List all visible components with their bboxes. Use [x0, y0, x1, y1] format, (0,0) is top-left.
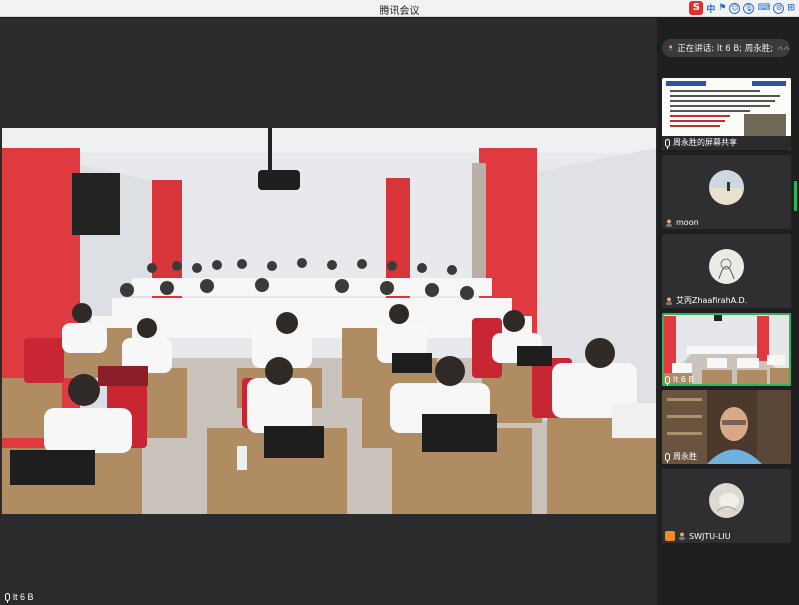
- punctuation-icon[interactable]: ⚑: [718, 3, 726, 13]
- participant-name: 艾丙ZhaafirahA.D.: [676, 296, 748, 305]
- toolbox-icon[interactable]: ⊞: [787, 3, 795, 13]
- system-tray: S 中 ⚑ ☺ 🎙 ⌨ ⚙ ⊞: [689, 1, 795, 15]
- microphone-icon: [665, 375, 670, 386]
- main-video-name: lt 6 B: [13, 592, 34, 602]
- participant-tile-zhaafirah[interactable]: 艾丙ZhaafirahA.D.: [662, 234, 791, 308]
- participant-name: lt 6 B: [673, 375, 695, 384]
- tile-label: 周永胜的屏幕共享: [665, 137, 737, 149]
- avatar: [709, 249, 744, 284]
- speaking-text: 正在讲话: lt 6 B; 周永胜;: [677, 44, 774, 54]
- tile-label: lt 6 B: [665, 375, 695, 386]
- microphone-icon: [665, 452, 670, 463]
- share-screen-icon: [665, 531, 675, 541]
- participant-name: SWJTU-LIU: [689, 531, 731, 541]
- classroom-video-image: [2, 128, 656, 514]
- avatar: [709, 483, 744, 518]
- collapse-arrows-icon[interactable]: [777, 43, 790, 53]
- main-video-feed[interactable]: [2, 128, 656, 514]
- participant-tile-swjtu-liu[interactable]: SWJTU-LIU: [662, 469, 791, 543]
- ime-mode-icon[interactable]: 中: [706, 2, 715, 15]
- microphone-icon: [5, 593, 10, 603]
- tile-label: moon: [665, 218, 699, 227]
- person-icon: [679, 532, 685, 540]
- participant-name: moon: [676, 218, 699, 227]
- emoji-icon[interactable]: ☺: [729, 2, 741, 14]
- participant-tile-lt6b[interactable]: lt 6 B: [662, 313, 791, 386]
- person-icon: [666, 219, 672, 227]
- microphone-icon: [665, 138, 670, 149]
- participant-tile-zhou[interactable]: 周永胜: [662, 390, 791, 464]
- tile-label: 周永胜: [665, 451, 697, 463]
- person-icon: [666, 297, 672, 305]
- speaker-avatar-icon: [668, 45, 673, 51]
- participant-name: 周永胜: [673, 452, 697, 461]
- keyboard-icon[interactable]: ⌨: [757, 3, 770, 13]
- tile-label: 艾丙ZhaafirahA.D.: [665, 295, 747, 306]
- tile-label: SWJTU-LIU: [665, 531, 731, 541]
- panel-scrollbar[interactable]: [794, 181, 797, 211]
- participant-tile-moon[interactable]: moon: [662, 155, 791, 229]
- participant-panel: 正在讲话: lt 6 B; 周永胜; 周永胜的屏幕共享 moon 艾丙Zhaaf…: [657, 18, 799, 605]
- participant-name: 周永胜的屏幕共享: [673, 138, 737, 147]
- voice-input-icon[interactable]: 🎙: [743, 2, 755, 14]
- speaking-indicator: 正在讲话: lt 6 B; 周永胜;: [662, 39, 790, 57]
- window-title: 腾讯会议: [379, 6, 420, 17]
- participant-tile-screen-share[interactable]: 周永胜的屏幕共享: [662, 78, 791, 150]
- avatar: [709, 170, 744, 205]
- sogou-ime-icon[interactable]: S: [689, 1, 704, 15]
- settings-icon[interactable]: ⚙: [773, 2, 785, 14]
- main-video-label: lt 6 B: [5, 592, 34, 603]
- main-stage: lt 6 B: [0, 18, 657, 605]
- title-bar: 腾讯会议 S 中 ⚑ ☺ 🎙 ⌨ ⚙ ⊞: [0, 0, 799, 17]
